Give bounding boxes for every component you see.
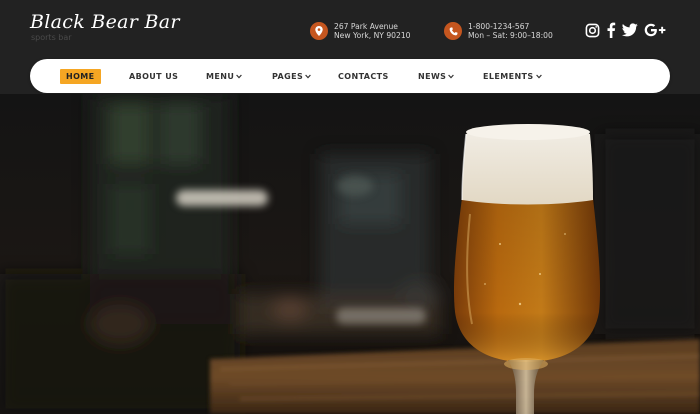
twitter-icon[interactable] (622, 23, 638, 37)
address-text: 267 Park Avenue New York, NY 90210 (334, 22, 411, 41)
facebook-icon[interactable] (606, 22, 616, 38)
nav-item-about-us[interactable]: ABOUT US (129, 59, 178, 93)
nav-item-home[interactable]: HOME (60, 59, 101, 93)
instagram-icon[interactable] (585, 23, 600, 38)
phone-icon (444, 22, 462, 40)
social-links (585, 21, 672, 39)
address-info: 267 Park Avenue New York, NY 90210 (310, 20, 411, 42)
nav-item-elements[interactable]: ELEMENTS (483, 59, 542, 93)
nav-item-label: CONTACTS (338, 71, 389, 81)
address-line-2: New York, NY 90210 (334, 31, 411, 40)
nav-item-label: MENU (206, 71, 235, 81)
chevron-down-icon (535, 72, 542, 81)
chevron-down-icon (448, 72, 455, 81)
page: Black Bear Bar sports bar 267 Park Avenu… (0, 0, 700, 414)
nav-item-label: ELEMENTS (483, 71, 534, 81)
address-line-1: 267 Park Avenue (334, 21, 398, 31)
nav-item-contacts[interactable]: CONTACTS (338, 59, 389, 93)
nav-item-news[interactable]: NEWS (418, 59, 455, 93)
phone-text: 1-800-1234-567 Mon – Sat: 9:00–18:00 (468, 22, 553, 41)
nav-item-label: NEWS (418, 71, 447, 81)
chevron-down-icon (236, 72, 243, 81)
nav-item-label: HOME (60, 68, 101, 84)
site-logo[interactable]: Black Bear Bar (30, 13, 180, 32)
site-header: Black Bear Bar sports bar 267 Park Avenu… (0, 0, 700, 94)
main-navigation: HOME ABOUT US MENU PAGES CONTACTS NEWS E… (30, 59, 670, 93)
phone-number[interactable]: 1-800-1234-567 (468, 22, 553, 32)
google-plus-icon[interactable] (644, 23, 666, 37)
opening-hours: Mon – Sat: 9:00–18:00 (468, 31, 553, 40)
site-tagline: sports bar (31, 33, 72, 42)
hero-image (0, 94, 700, 414)
location-pin-icon (310, 22, 328, 40)
nav-item-menu[interactable]: MENU (206, 59, 243, 93)
nav-item-label: ABOUT US (129, 71, 179, 81)
nav-item-label: PAGES (272, 71, 304, 81)
phone-info: 1-800-1234-567 Mon – Sat: 9:00–18:00 (444, 20, 553, 42)
chevron-down-icon (305, 72, 311, 81)
nav-item-pages[interactable]: PAGES (272, 59, 311, 93)
beer-glass-illustration (0, 94, 700, 414)
